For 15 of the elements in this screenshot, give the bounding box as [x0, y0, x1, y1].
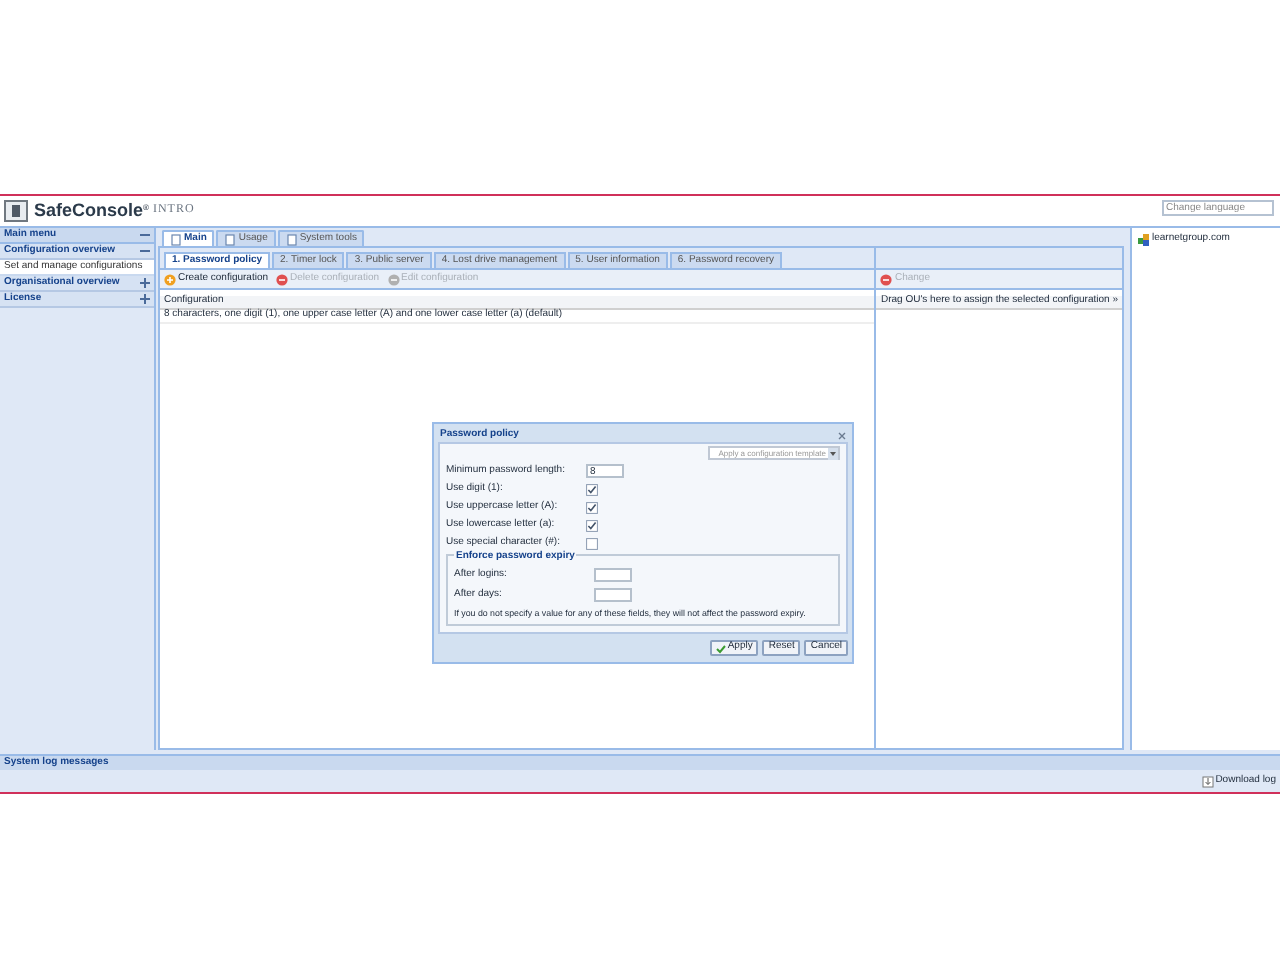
- app-title: SafeConsole: [34, 197, 144, 224]
- check-icon: [715, 643, 726, 654]
- checkbox[interactable]: [586, 501, 598, 513]
- expiry-field[interactable]: [594, 568, 632, 582]
- expand-icon[interactable]: [140, 278, 150, 288]
- checkbox[interactable]: [586, 537, 598, 549]
- download-icon: [1201, 775, 1214, 787]
- logo-icon: [4, 200, 28, 222]
- checkbox[interactable]: [586, 519, 598, 531]
- close-icon[interactable]: [838, 431, 846, 439]
- checkbox[interactable]: [586, 483, 598, 495]
- domain-icon: [1138, 233, 1150, 245]
- expiry-field[interactable]: [594, 588, 632, 602]
- dropdown-arrow-icon: [828, 447, 838, 459]
- expand-icon[interactable]: [140, 294, 150, 304]
